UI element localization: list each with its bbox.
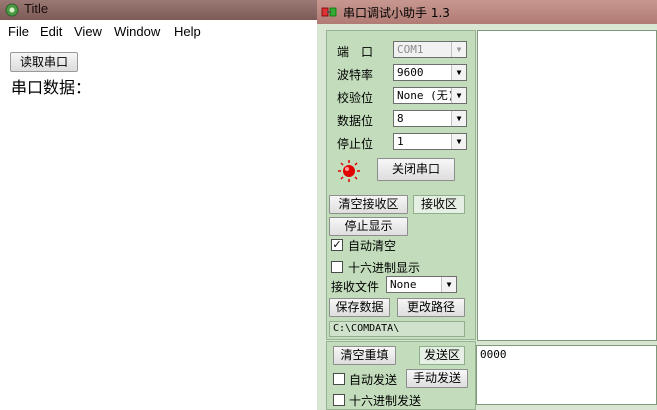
port-select[interactable]: COM1 ▼: [393, 41, 467, 58]
databits-label: 数据位: [337, 114, 374, 128]
send-panel: 清空重填 发送区 自动发送 手动发送 十六进制发送: [326, 341, 476, 410]
close-port-button[interactable]: 关闭串口: [377, 158, 455, 181]
chevron-down-icon: ▼: [451, 88, 466, 103]
port-status-led-icon: [338, 160, 360, 182]
chevron-down-icon: ▼: [451, 111, 466, 126]
menu-bar: File Edit View Window Help: [0, 20, 317, 44]
menu-view[interactable]: View: [74, 24, 102, 39]
chevron-down-icon: ▼: [451, 65, 466, 80]
save-data-button[interactable]: 保存数据: [329, 298, 390, 317]
chevron-down-icon: ▼: [441, 277, 456, 292]
parity-value: None (无): [397, 89, 455, 102]
change-path-button[interactable]: 更改路径: [397, 298, 465, 317]
auto-send-checkbox[interactable]: [333, 373, 345, 385]
send-area-tag: 发送区: [419, 346, 465, 365]
databits-value: 8: [397, 112, 404, 125]
stopbits-label: 停止位: [337, 137, 374, 151]
auto-clear-checkbox[interactable]: ✓: [331, 239, 343, 251]
auto-send-label: 自动发送: [349, 373, 398, 387]
serial-app-icon: [321, 7, 337, 17]
app-icon: [5, 3, 19, 17]
clear-receive-button[interactable]: 清空接收区: [329, 195, 408, 214]
baud-select[interactable]: 9600 ▼: [393, 64, 467, 81]
control-panel: 端 口 COM1 ▼ 波特率 9600 ▼ 校验位 None (无) ▼ 数据位…: [326, 30, 476, 340]
hex-display-label: 十六进制显示: [348, 261, 421, 275]
port-data-label: 串口数据：: [11, 78, 92, 97]
port-label: 端 口: [337, 45, 374, 59]
menu-help[interactable]: Help: [174, 24, 201, 39]
parity-label: 校验位: [337, 91, 374, 105]
left-window-title: Title: [24, 1, 49, 16]
stopbits-value: 1: [397, 135, 404, 148]
chevron-down-icon: ▼: [451, 42, 466, 57]
send-text-area[interactable]: 0000: [476, 345, 657, 405]
read-port-button[interactable]: 读取串口: [10, 52, 78, 72]
receive-file-label: 接收文件: [331, 280, 380, 294]
parity-select[interactable]: None (无) ▼: [393, 87, 467, 104]
receive-file-value: None: [390, 278, 417, 291]
hex-send-checkbox[interactable]: [333, 394, 345, 406]
hex-send-label: 十六进制发送: [349, 394, 422, 408]
save-path-display: C:\COMDATA\: [329, 321, 465, 337]
menu-window[interactable]: Window: [114, 24, 160, 39]
receive-file-select[interactable]: None ▼: [386, 276, 457, 293]
hex-display-checkbox[interactable]: [331, 261, 343, 273]
baud-value: 9600: [397, 66, 424, 79]
chevron-down-icon: ▼: [451, 134, 466, 149]
stop-display-button[interactable]: 停止显示: [329, 217, 408, 236]
menu-edit[interactable]: Edit: [40, 24, 62, 39]
serial-window-title: 串口调试小助手 1.3: [343, 6, 450, 20]
serial-assistant-window: 串口调试小助手 1.3 端 口 COM1 ▼ 波特率 9600 ▼ 校验位 No…: [317, 0, 657, 410]
databits-select[interactable]: 8 ▼: [393, 110, 467, 127]
left-title-bar[interactable]: Title: [0, 0, 317, 20]
clear-refill-button[interactable]: 清空重填: [333, 346, 396, 365]
port-value: COM1: [397, 43, 424, 56]
stopbits-select[interactable]: 1 ▼: [393, 133, 467, 150]
serial-title-bar[interactable]: 串口调试小助手 1.3: [317, 0, 657, 24]
left-app-window: Title File Edit View Window Help 读取串口 串口…: [0, 0, 317, 410]
receive-text-area[interactable]: [477, 30, 657, 341]
menu-file[interactable]: File: [8, 24, 29, 39]
auto-clear-label: 自动清空: [348, 239, 397, 253]
receive-area-tag: 接收区: [413, 195, 465, 214]
baud-label: 波特率: [337, 68, 374, 82]
manual-send-button[interactable]: 手动发送: [406, 369, 468, 388]
